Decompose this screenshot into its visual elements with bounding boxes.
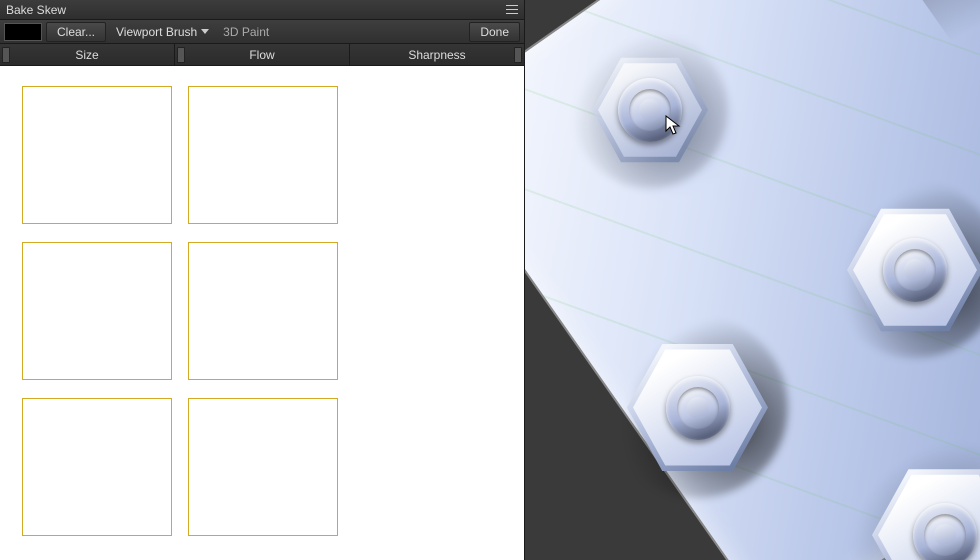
- size-slider[interactable]: Size: [0, 44, 175, 65]
- uv-tile[interactable]: [188, 86, 338, 224]
- color-swatch[interactable]: [4, 23, 42, 41]
- panel-titlebar: Bake Skew: [0, 0, 524, 20]
- bolt: [835, 190, 980, 350]
- viewport-3d[interactable]: [525, 0, 980, 560]
- clear-button[interactable]: Clear...: [46, 22, 106, 42]
- slider-label: Size: [75, 48, 98, 62]
- slider-handle[interactable]: [514, 47, 522, 63]
- done-button[interactable]: Done: [469, 22, 520, 42]
- slider-handle[interactable]: [177, 47, 185, 63]
- scene: [525, 0, 980, 560]
- toolbar: Clear... Viewport Brush 3D Paint Done: [0, 20, 524, 44]
- uv-tile[interactable]: [188, 242, 338, 380]
- uv-tile[interactable]: [22, 398, 172, 536]
- context-label: 3D Paint: [223, 25, 269, 39]
- chevron-down-icon: [201, 29, 209, 34]
- slider-label: Sharpness: [408, 48, 465, 62]
- panel-menu-icon[interactable]: [506, 4, 518, 16]
- sharpness-slider[interactable]: Sharpness: [350, 44, 524, 65]
- bolt: [615, 325, 780, 490]
- uv-tile[interactable]: [188, 398, 338, 536]
- uv-tile-grid: [22, 86, 502, 536]
- tool-panel: Bake Skew Clear... Viewport Brush 3D Pai…: [0, 0, 525, 560]
- slider-handle[interactable]: [2, 47, 10, 63]
- bolt: [860, 450, 980, 560]
- panel-title: Bake Skew: [6, 3, 66, 17]
- uv-tile[interactable]: [22, 242, 172, 380]
- bolt: [580, 40, 720, 180]
- slider-label: Flow: [249, 48, 274, 62]
- flow-slider[interactable]: Flow: [175, 44, 350, 65]
- uv-tile[interactable]: [22, 86, 172, 224]
- uv-canvas[interactable]: [0, 66, 524, 560]
- brush-mode-dropdown[interactable]: Viewport Brush: [110, 25, 215, 39]
- slider-row: Size Flow Sharpness: [0, 44, 524, 66]
- brush-mode-label: Viewport Brush: [116, 25, 197, 39]
